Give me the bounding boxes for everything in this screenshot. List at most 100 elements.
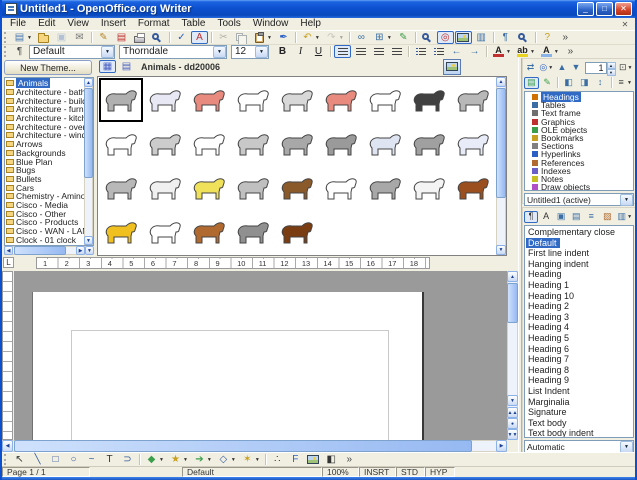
size-dropdown-icon[interactable]: ▼ <box>255 46 268 58</box>
style-item-heading-6[interactable]: Heading 6 <box>526 344 632 355</box>
gallery-item-calf-spotted[interactable] <box>231 122 275 166</box>
scroll-thumb[interactable] <box>507 283 518 323</box>
heading-levels-dropdown-icon[interactable]: ▼ <box>627 80 632 86</box>
scroll-left-icon[interactable]: ◀ <box>4 246 13 255</box>
gallery-item-camel-brown[interactable] <box>275 166 319 210</box>
theme-list-scroll-down-button[interactable]: ▼ <box>85 246 94 255</box>
cut-button[interactable]: ✂ <box>215 31 232 44</box>
tab-stop-selector[interactable]: L <box>3 257 14 268</box>
content-view-button[interactable]: ▤ <box>524 77 539 89</box>
status-selection-mode[interactable]: STD <box>396 467 425 477</box>
scroll-up-icon[interactable]: ▲ <box>507 271 518 282</box>
gallery-item-sheep-gray[interactable] <box>451 78 495 122</box>
flowcharts-button[interactable]: ◇▼ <box>215 453 238 466</box>
drag-mode-button[interactable]: ⊡▼ <box>618 62 635 74</box>
spinner-up-icon[interactable]: ▲ <box>607 62 616 69</box>
menu-format[interactable]: Format <box>132 18 176 29</box>
navigation-dot-icon[interactable]: ● <box>507 418 518 429</box>
scroll-down-icon[interactable]: ▼ <box>84 236 93 245</box>
gallery-item-snake[interactable] <box>407 78 451 122</box>
scroll-up-icon[interactable]: ▲ <box>84 78 93 87</box>
undo-button[interactable]: ↶▼ <box>299 31 322 44</box>
anchor-text-button[interactable]: ↕ <box>593 77 608 89</box>
gallery-item-pig[interactable] <box>187 78 231 122</box>
style-item-marginalia[interactable]: Marginalia <box>526 397 632 408</box>
toolbar-grip-3[interactable] <box>4 454 8 465</box>
background-color-button[interactable]: A▼ <box>538 45 561 58</box>
open-button[interactable] <box>35 31 52 44</box>
highlighting-button[interactable]: ab▼ <box>514 45 537 58</box>
style-filter-dropdown-icon[interactable]: ▼ <box>620 441 633 453</box>
overflow-button[interactable]: » <box>341 453 358 466</box>
next-page-icon[interactable]: ▼▼ <box>507 429 518 440</box>
font-name-combobox[interactable]: Thorndale ▼ <box>119 45 227 59</box>
horizontal-ruler[interactable]: 123456789101112131415161718 <box>36 257 430 269</box>
italic-button[interactable]: I <box>292 45 309 58</box>
gallery-item-snail[interactable] <box>99 78 143 122</box>
symbol-shapes-dropdown-icon[interactable]: ▼ <box>183 457 188 463</box>
navigator-document-dropdown-icon[interactable]: ▼ <box>620 194 633 206</box>
maximize-button[interactable]: □ <box>596 2 613 16</box>
gallery-item-fly[interactable] <box>143 78 187 122</box>
navigator-button[interactable]: ◎ <box>437 31 454 44</box>
find-replace-button[interactable] <box>419 31 436 44</box>
gallery-item-fish[interactable] <box>275 122 319 166</box>
nonprinting-characters-button[interactable]: ¶ <box>497 31 514 44</box>
overflow-button[interactable]: » <box>557 31 574 44</box>
frame-styles-button[interactable]: ▣ <box>554 211 568 223</box>
status-hyperlink-mode[interactable]: HYP <box>425 467 455 477</box>
style-dropdown-icon[interactable]: ▼ <box>101 46 114 58</box>
menu-file[interactable]: File <box>4 18 32 29</box>
list-styles-button[interactable]: ≡ <box>584 211 598 223</box>
styles-window-button[interactable]: ¶ <box>11 45 28 58</box>
align-right-button[interactable] <box>370 45 387 58</box>
document-vscrollbar[interactable]: ▲ ▼ ▲▲ ● ▼▼ <box>507 271 518 440</box>
scroll-thumb[interactable] <box>14 246 66 255</box>
style-item-heading-5[interactable]: Heading 5 <box>526 333 632 344</box>
fill-format-mode-button[interactable]: ▨ <box>600 211 614 223</box>
previous-page-icon[interactable]: ▲▲ <box>507 407 518 418</box>
font-size-combobox[interactable]: 12 ▼ <box>231 45 269 59</box>
spinner-down-icon[interactable]: ▼ <box>607 69 616 76</box>
next-object-button[interactable]: ▼ <box>570 62 583 74</box>
style-item-signature[interactable]: Signature <box>526 407 632 418</box>
scroll-down-icon[interactable]: ▼ <box>507 395 518 406</box>
navigation-button[interactable]: ◎▼ <box>538 62 555 74</box>
redo-dropdown-icon[interactable]: ▼ <box>339 35 344 41</box>
bold-button[interactable]: B <box>274 45 291 58</box>
font-color-button[interactable]: A▼ <box>490 45 513 58</box>
status-zoom[interactable]: 100% <box>322 467 359 477</box>
style-item-list-indent[interactable]: List Indent <box>526 386 632 397</box>
flowcharts-dropdown-icon[interactable]: ▼ <box>231 457 236 463</box>
character-styles-button[interactable]: A <box>539 211 553 223</box>
text-button[interactable]: T <box>101 453 118 466</box>
previous-object-button[interactable]: ▲ <box>556 62 569 74</box>
document-area[interactable] <box>14 271 507 440</box>
redo-button[interactable]: ↷▼ <box>323 31 346 44</box>
block-arrows-dropdown-icon[interactable]: ▼ <box>207 457 212 463</box>
toolbar-grip[interactable] <box>4 32 8 43</box>
zoom-button[interactable] <box>515 31 532 44</box>
minimize-button[interactable]: _ <box>577 2 594 16</box>
font-color-dropdown-icon[interactable]: ▼ <box>506 49 511 55</box>
new-document-button[interactable]: ▤▼ <box>11 31 34 44</box>
heading-levels-button[interactable]: ≡▼ <box>614 77 634 89</box>
document-hscrollbar[interactable]: ◀ ▶ <box>2 440 507 452</box>
underline-button[interactable]: U <box>310 45 327 58</box>
numbering-on-off-button[interactable] <box>412 45 429 58</box>
gallery-item-lion[interactable] <box>187 166 231 210</box>
paste-button[interactable]: ▼ <box>251 31 274 44</box>
hyperlink-button[interactable]: ∞ <box>353 31 370 44</box>
gallery-item-hen-white[interactable] <box>143 210 187 254</box>
gallery-item-hen-yellow[interactable] <box>99 210 143 254</box>
menu-window[interactable]: Window <box>247 18 295 29</box>
navigator-category-draw-objects[interactable]: Draw objects <box>526 183 632 191</box>
select-button[interactable]: ↖ <box>11 453 28 466</box>
icon-view-button[interactable]: ▦ <box>99 60 116 73</box>
basic-shapes-dropdown-icon[interactable]: ▼ <box>159 457 164 463</box>
rectangle-button[interactable]: □ <box>47 453 64 466</box>
gallery-item-fish-2[interactable] <box>319 122 363 166</box>
document-page[interactable] <box>32 292 424 440</box>
menu-table[interactable]: Table <box>176 18 212 29</box>
menu-view[interactable]: View <box>61 18 95 29</box>
